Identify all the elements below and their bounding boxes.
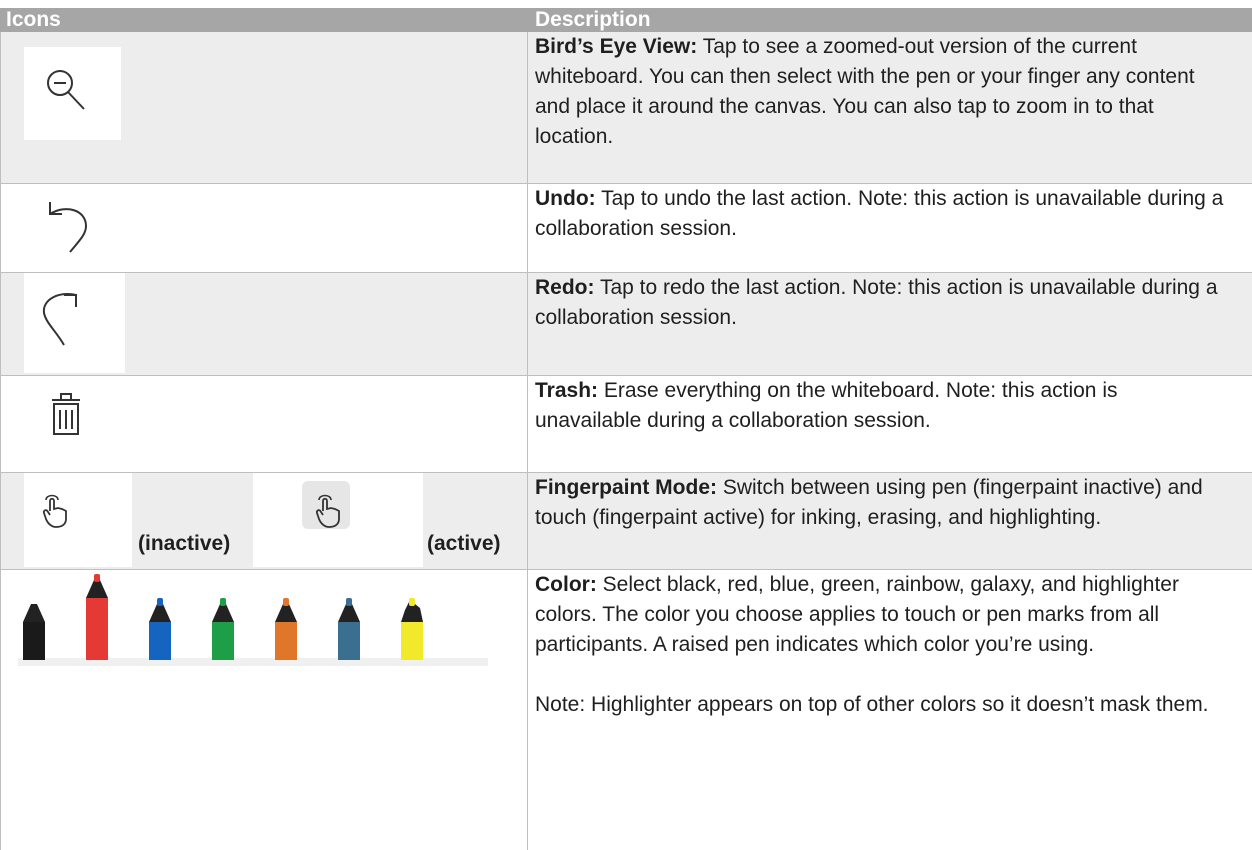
undo-icon	[40, 194, 100, 262]
term-label: Trash:	[535, 379, 599, 402]
table-row-trash: Trash: Erase everything on the whiteboar…	[0, 376, 1252, 472]
fingerpaint-inactive-icon	[24, 473, 132, 567]
fingerpaint-active-caption: (active)	[427, 532, 501, 555]
term-label: Fingerpaint Mode:	[535, 476, 717, 499]
icon-cell: (inactive) (active)	[0, 473, 527, 569]
description-cell: Redo: Tap to redo the last action. Note:…	[527, 273, 1227, 375]
fingerpaint-inactive-caption: (inactive)	[138, 532, 231, 555]
table-row-fingerpaint-mode: (inactive) (active) Fingerpaint Mode: Sw…	[0, 473, 1252, 569]
description-cell: Undo: Tap to undo the last action. Note:…	[527, 184, 1227, 272]
pen-blue-icon[interactable]	[149, 598, 171, 660]
icon-cell	[0, 273, 527, 375]
table-row-redo: Redo: Tap to redo the last action. Note:…	[0, 273, 1252, 375]
term-label: Color:	[535, 573, 597, 596]
term-label: Undo:	[535, 187, 596, 210]
table-header: Icons Description	[0, 8, 1252, 32]
table-row-birds-eye-view: Bird’s Eye View: Tap to see a zoomed-out…	[0, 32, 1252, 183]
header-description: Description	[535, 8, 651, 31]
table-left-border	[0, 32, 1, 850]
pen-rainbow-icon[interactable]	[275, 598, 297, 660]
description-text: Select black, red, blue, green, rainbow,…	[535, 573, 1179, 656]
zoom-out-icon	[24, 47, 121, 140]
description-cell: Trash: Erase everything on the whiteboar…	[527, 376, 1227, 472]
pen-red-icon[interactable]	[86, 574, 108, 660]
pen-highlighter-icon[interactable]	[401, 598, 423, 660]
redo-icon	[24, 273, 125, 373]
header-icons: Icons	[6, 8, 61, 31]
pen-color-tray	[18, 570, 488, 670]
description-text: Tap to redo the last action. Note: this …	[535, 276, 1218, 329]
description-text: Tap to undo the last action. Note: this …	[535, 187, 1224, 240]
pen-black-icon[interactable]	[23, 604, 45, 660]
fingerpaint-active-icon	[253, 473, 423, 567]
description-cell: Bird’s Eye View: Tap to see a zoomed-out…	[527, 32, 1227, 183]
icon-cell	[0, 32, 527, 183]
note-text: Note: Highlighter appears on top of othe…	[535, 693, 1209, 716]
term-label: Redo:	[535, 276, 595, 299]
description-cell: Color: Select black, red, blue, green, r…	[527, 570, 1227, 850]
table-row-color: Color: Select black, red, blue, green, r…	[0, 570, 1252, 850]
term-label: Bird’s Eye View:	[535, 35, 698, 58]
column-divider	[527, 32, 528, 850]
icon-cell	[0, 570, 527, 850]
pen-green-icon[interactable]	[212, 598, 234, 660]
description-cell: Fingerpaint Mode: Switch between using p…	[527, 473, 1227, 569]
description-text: Erase everything on the whiteboard. Note…	[535, 379, 1118, 432]
icon-cell	[0, 184, 527, 272]
table-row-undo: Undo: Tap to undo the last action. Note:…	[0, 184, 1252, 272]
pen-galaxy-icon[interactable]	[338, 598, 360, 660]
icon-cell	[0, 376, 527, 472]
trash-icon	[42, 386, 92, 446]
